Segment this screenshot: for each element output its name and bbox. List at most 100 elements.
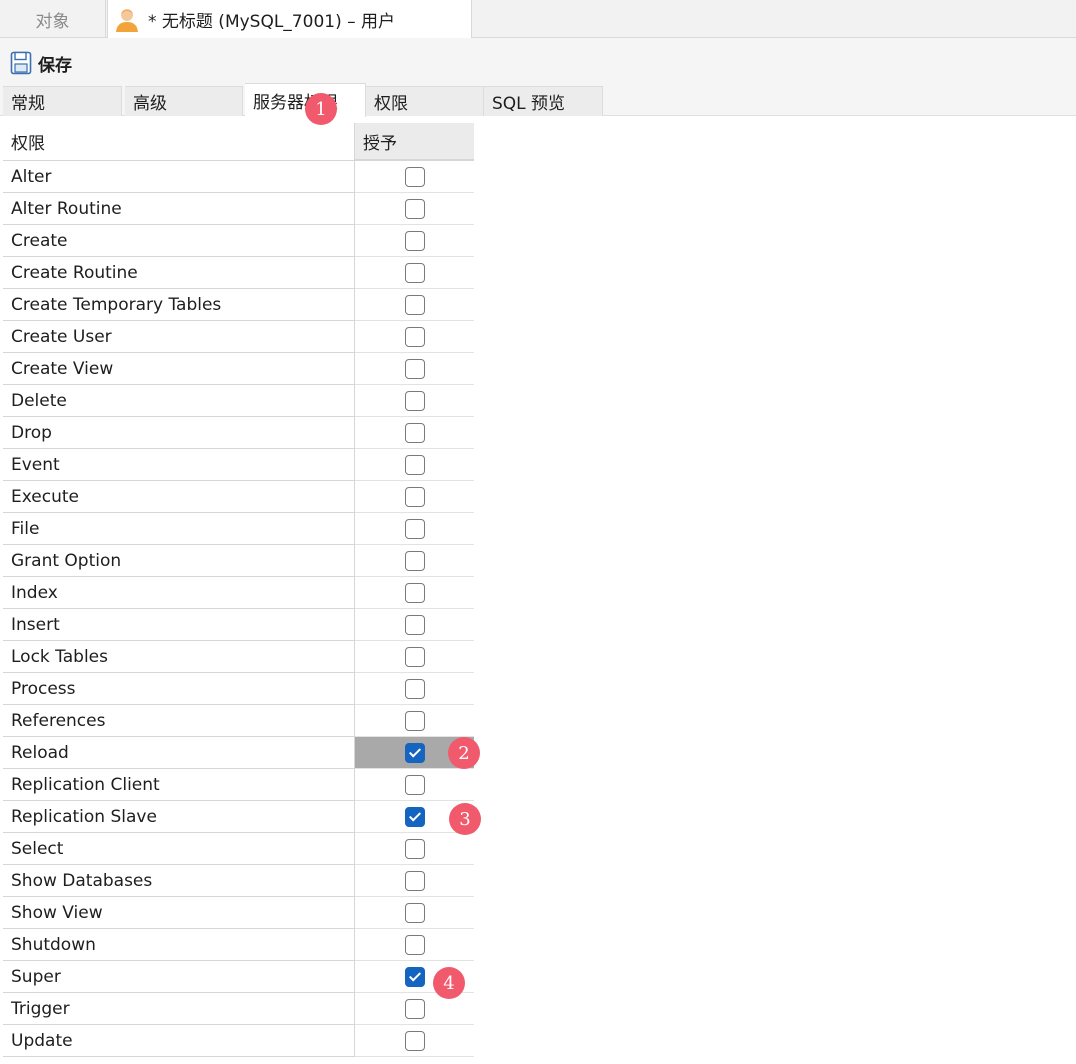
grant-cell[interactable] xyxy=(355,193,474,225)
column-header-grant[interactable]: 授予 xyxy=(355,123,474,161)
grant-cell[interactable] xyxy=(355,481,474,513)
privilege-name: Create View xyxy=(3,353,355,385)
table-row[interactable]: Process xyxy=(3,673,474,705)
callout-marker-4: 4 xyxy=(433,967,465,999)
tab-objects-label: 对象 xyxy=(35,11,70,32)
grant-cell[interactable] xyxy=(355,705,474,737)
grant-cell[interactable] xyxy=(355,545,474,577)
privilege-name: Execute xyxy=(3,481,355,513)
tab-sql-preview[interactable]: SQL 预览 xyxy=(484,86,603,116)
table-row[interactable]: Reload xyxy=(3,737,474,769)
grant-checkbox[interactable] xyxy=(404,646,425,667)
grant-cell[interactable] xyxy=(355,673,474,705)
table-row[interactable]: References xyxy=(3,705,474,737)
table-row[interactable]: Drop xyxy=(3,417,474,449)
grant-checkbox[interactable] xyxy=(404,358,425,379)
grant-checkbox[interactable] xyxy=(404,774,425,795)
table-row[interactable]: Index xyxy=(3,577,474,609)
grant-checkbox[interactable] xyxy=(404,966,425,987)
grant-checkbox[interactable] xyxy=(404,486,425,507)
grant-cell[interactable] xyxy=(355,769,474,801)
save-button[interactable]: 保存 xyxy=(10,50,72,76)
grant-cell[interactable] xyxy=(355,449,474,481)
grant-checkbox[interactable] xyxy=(404,742,425,763)
grant-cell[interactable] xyxy=(355,161,474,193)
table-row[interactable]: Create Routine xyxy=(3,257,474,289)
table-row[interactable]: Create View xyxy=(3,353,474,385)
callout-marker-2: 2 xyxy=(448,737,480,769)
table-row[interactable]: Replication Slave xyxy=(3,801,474,833)
grant-checkbox[interactable] xyxy=(404,294,425,315)
table-row[interactable]: Alter xyxy=(3,161,474,193)
privilege-name: Reload xyxy=(3,737,355,769)
grant-checkbox[interactable] xyxy=(404,614,425,635)
privileges-table: 权限 授予 Alter Alter Routine Create Create Rou… xyxy=(3,123,474,1057)
editor-tab-bar: 常规 高级 服务器权限 权限 SQL 预览 xyxy=(0,83,1076,117)
grant-cell[interactable] xyxy=(355,865,474,897)
table-row[interactable]: Show View xyxy=(3,897,474,929)
tab-general[interactable]: 常规 xyxy=(3,86,122,116)
grant-cell[interactable] xyxy=(355,577,474,609)
grant-checkbox[interactable] xyxy=(404,582,425,603)
grant-checkbox[interactable] xyxy=(404,422,425,443)
grant-cell[interactable] xyxy=(355,353,474,385)
grant-checkbox[interactable] xyxy=(404,902,425,923)
grant-cell[interactable] xyxy=(355,417,474,449)
table-row[interactable]: Super xyxy=(3,961,474,993)
tab-privileges[interactable]: 权限 xyxy=(366,86,484,116)
grant-checkbox[interactable] xyxy=(404,166,425,187)
table-row[interactable]: Shutdown xyxy=(3,929,474,961)
grant-cell[interactable] xyxy=(355,513,474,545)
grant-cell[interactable] xyxy=(355,225,474,257)
table-row[interactable]: Insert xyxy=(3,609,474,641)
grant-cell[interactable] xyxy=(355,257,474,289)
tab-objects[interactable]: 对象 xyxy=(0,0,106,38)
window-tab-bar: 对象 * 无标题 (MySQL_7001) – 用户 xyxy=(0,0,1076,39)
grant-cell[interactable] xyxy=(355,929,474,961)
table-row[interactable]: Grant Option xyxy=(3,545,474,577)
grant-cell[interactable] xyxy=(355,321,474,353)
table-row[interactable]: Update xyxy=(3,1025,474,1057)
grant-checkbox[interactable] xyxy=(404,518,425,539)
table-row[interactable]: Delete xyxy=(3,385,474,417)
table-row[interactable]: Show Databases xyxy=(3,865,474,897)
grant-checkbox[interactable] xyxy=(404,838,425,859)
grant-checkbox[interactable] xyxy=(404,870,425,891)
tab-advanced[interactable]: 高级 xyxy=(125,86,243,116)
grant-cell[interactable] xyxy=(355,289,474,321)
grant-checkbox[interactable] xyxy=(404,230,425,251)
callout-marker-2-label: 2 xyxy=(458,742,470,764)
grant-checkbox[interactable] xyxy=(404,390,425,411)
table-row[interactable]: Trigger xyxy=(3,993,474,1025)
grant-checkbox[interactable] xyxy=(404,454,425,475)
grant-cell[interactable] xyxy=(355,609,474,641)
table-row[interactable]: Create xyxy=(3,225,474,257)
grant-checkbox[interactable] xyxy=(404,550,425,571)
grant-cell[interactable] xyxy=(355,897,474,929)
grant-cell[interactable] xyxy=(355,641,474,673)
table-row[interactable]: Execute xyxy=(3,481,474,513)
grant-checkbox[interactable] xyxy=(404,1030,425,1051)
grant-cell[interactable] xyxy=(355,1025,474,1057)
table-row[interactable]: Select xyxy=(3,833,474,865)
grant-checkbox[interactable] xyxy=(404,678,425,699)
grant-checkbox[interactable] xyxy=(404,198,425,219)
grant-cell[interactable] xyxy=(355,385,474,417)
table-row[interactable]: Lock Tables xyxy=(3,641,474,673)
grant-checkbox[interactable] xyxy=(404,806,425,827)
table-row[interactable]: Create User xyxy=(3,321,474,353)
grant-checkbox[interactable] xyxy=(404,326,425,347)
table-row[interactable]: Alter Routine xyxy=(3,193,474,225)
grant-checkbox[interactable] xyxy=(404,262,425,283)
grant-checkbox[interactable] xyxy=(404,710,425,731)
table-row[interactable]: Event xyxy=(3,449,474,481)
grant-checkbox[interactable] xyxy=(404,934,425,955)
column-header-privilege[interactable]: 权限 xyxy=(3,123,355,161)
grant-cell[interactable] xyxy=(355,993,474,1025)
tab-user-document[interactable]: * 无标题 (MySQL_7001) – 用户 xyxy=(107,0,472,39)
grant-cell[interactable] xyxy=(355,833,474,865)
grant-checkbox[interactable] xyxy=(404,998,425,1019)
table-row[interactable]: Create Temporary Tables xyxy=(3,289,474,321)
table-row[interactable]: File xyxy=(3,513,474,545)
table-row[interactable]: Replication Client xyxy=(3,769,474,801)
